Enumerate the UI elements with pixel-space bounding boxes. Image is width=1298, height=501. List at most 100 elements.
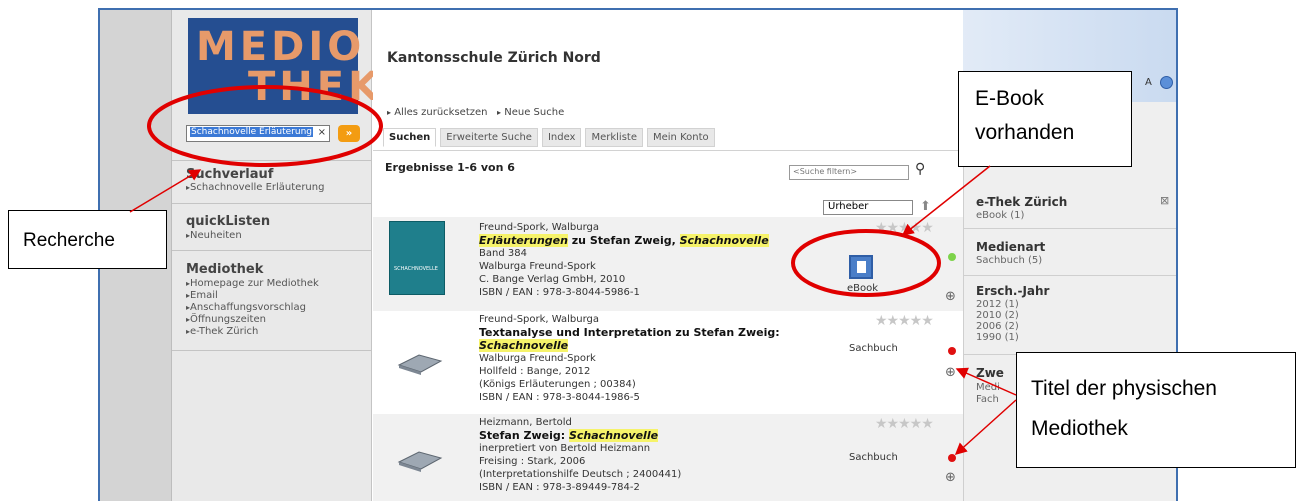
result-line: Freising : Stark, 2006 <box>479 456 586 467</box>
result-line: (Königs Erläuterungen ; 00384) <box>479 379 636 390</box>
rating-stars[interactable]: ★★★★★ <box>875 220 934 236</box>
sidebar: MEDIO THEK Schachnovelle Erläuterung × »… <box>172 10 379 501</box>
callout-ebook-line2: vorhanden <box>975 121 1075 144</box>
facet-medienart-heading: Medienart <box>976 240 1046 254</box>
mediothek-logo[interactable]: MEDIO THEK <box>188 18 379 114</box>
main-content: Kantonsschule Zürich Nord ▸ Alles zurück… <box>373 10 963 501</box>
media-type: Sachbuch <box>849 343 898 354</box>
sidebar-item-history[interactable]: Schachnovelle Erläuterung <box>186 182 324 193</box>
result-details: Freund-Spork, Walburga Textanalyse und I… <box>479 313 780 404</box>
result-row[interactable]: Heizmann, Bertold Stefan Zweig: Schachno… <box>373 414 963 501</box>
sidebar-item-ethek[interactable]: e-Thek Zürich <box>186 326 258 337</box>
result-title[interactable]: Erläuterungen zu Stefan Zweig, Schachnov… <box>479 234 769 247</box>
add-to-list-icon[interactable]: ⊕ <box>945 470 956 485</box>
result-line: C. Bange Verlag GmbH, 2010 <box>479 274 626 285</box>
close-icon[interactable]: ⊠ <box>1160 194 1169 207</box>
search-button[interactable]: » <box>338 125 360 142</box>
sidebar-item-oeffnungszeiten[interactable]: Öffnungszeiten <box>186 314 266 325</box>
ebook-icon[interactable] <box>849 255 873 279</box>
facet-ethek-heading: e-Thek Zürich <box>976 195 1068 209</box>
sidebar-divider <box>172 350 372 351</box>
media-type: eBook <box>847 283 879 294</box>
result-isbn: ISBN / EAN : 978-3-8044-1986-5 <box>479 392 640 403</box>
font-size-toggle[interactable]: A <box>1145 77 1152 88</box>
rating-stars[interactable]: ★★★★★ <box>875 416 934 432</box>
facet-item[interactable]: Medi <box>976 382 1000 393</box>
result-author: Freund-Spork, Walburga <box>479 314 600 325</box>
result-details: Heizmann, Bertold Stefan Zweig: Schachno… <box>479 416 681 494</box>
sidebar-item-email[interactable]: Email <box>186 290 218 301</box>
sort-direction-icon[interactable]: ⬆ <box>920 199 931 214</box>
result-author: Heizmann, Bertold <box>479 417 572 428</box>
book-cover: SCHACHNOVELLE <box>389 221 445 295</box>
result-isbn: ISBN / EAN : 978-3-8044-5986-1 <box>479 287 640 298</box>
sidebar-item-anschaffung[interactable]: Anschaffungsvorschlag <box>186 302 306 313</box>
tab-merkliste[interactable]: Merkliste <box>585 128 643 147</box>
tab-suchen[interactable]: Suchen <box>383 128 437 147</box>
facet-item[interactable]: Sachbuch (5) <box>976 255 1042 266</box>
sidebar-divider <box>172 203 372 204</box>
media-type: Sachbuch <box>849 452 898 463</box>
sort-select[interactable]: Urheber <box>823 200 913 215</box>
tab-erweiterte-suche[interactable]: Erweiterte Suche <box>440 128 538 147</box>
sidebar-divider <box>172 250 372 251</box>
book-icon <box>397 451 443 472</box>
facet-divider <box>964 275 1176 276</box>
availability-indicator <box>948 253 956 261</box>
facet-item[interactable]: 2012 (1) <box>976 299 1019 310</box>
search-icon[interactable]: ⚲ <box>915 161 925 177</box>
tab-mein-konto[interactable]: Mein Konto <box>647 128 715 147</box>
sidebar-item-neuheiten[interactable]: Neuheiten <box>186 230 242 241</box>
tab-underline <box>373 150 963 151</box>
rating-stars[interactable]: ★★★★★ <box>875 313 934 329</box>
facet-item[interactable]: eBook (1) <box>976 210 1024 221</box>
results-count: Ergebnisse 1-6 von 6 <box>385 161 515 174</box>
facet-zwe-heading: Zwe <box>976 366 1004 380</box>
result-line: inerpretiert von Bertold Heizmann <box>479 443 651 454</box>
add-to-list-icon[interactable]: ⊕ <box>945 289 956 304</box>
reset-link[interactable]: Alles zurücksetzen <box>394 107 487 118</box>
quicklisten-heading: quickListen <box>186 214 271 229</box>
result-line: Walburga Freund-Spork <box>479 261 596 272</box>
new-search-link[interactable]: Neue Suche <box>504 107 564 118</box>
result-title[interactable]: Textanalyse und Interpretation zu Stefan… <box>479 326 780 352</box>
sidebar-item-homepage[interactable]: Homepage zur Mediothek <box>186 278 319 289</box>
availability-indicator <box>948 454 956 462</box>
callout-physical-line1: Titel der physischen <box>1031 377 1217 400</box>
nav-links: ▸ Alles zurücksetzen ▸ Neue Suche <box>387 107 565 118</box>
facet-item[interactable]: Fach <box>976 394 999 405</box>
cover-text: SCHACHNOVELLE <box>394 266 438 272</box>
sort-select-value: Urheber <box>828 201 869 212</box>
result-title[interactable]: Stefan Zweig: Schachnovelle <box>479 429 681 442</box>
facet-item[interactable]: 2010 (2) <box>976 310 1019 321</box>
tab-index[interactable]: Index <box>541 128 582 147</box>
add-to-list-icon[interactable]: ⊕ <box>945 365 956 380</box>
result-row[interactable]: SCHACHNOVELLE Freund-Spork, Walburga Erl… <box>373 217 963 311</box>
search-input[interactable]: Schachnovelle Erläuterung × <box>186 125 330 142</box>
result-row[interactable]: Freund-Spork, Walburga Textanalyse und I… <box>373 311 963 419</box>
search-input-value: Schachnovelle Erläuterung <box>190 127 313 137</box>
availability-indicator <box>948 347 956 355</box>
page-title: Kantonsschule Zürich Nord <box>387 50 601 66</box>
book-icon <box>397 354 443 375</box>
result-line: Walburga Freund-Spork <box>479 353 596 364</box>
facet-item[interactable]: 1990 (1) <box>976 332 1019 343</box>
tab-bar: Suchen Erweiterte Suche Index Merkliste … <box>383 128 715 147</box>
help-icon[interactable] <box>1160 76 1173 89</box>
callout-physical-line2: Mediothek <box>1031 417 1128 440</box>
filter-input[interactable]: <Suche filtern> <box>789 165 909 180</box>
clear-search-icon[interactable]: × <box>318 127 326 138</box>
facet-jahr-heading: Ersch.-Jahr <box>976 284 1050 298</box>
callout-ebook: E-Book vorhanden <box>958 71 1132 167</box>
callout-physical: Titel der physischen Mediothek <box>1016 352 1296 468</box>
result-line: Band 384 <box>479 248 527 259</box>
result-line: Hollfeld : Bange, 2012 <box>479 366 591 377</box>
mediothek-heading: Mediothek <box>186 262 264 277</box>
callout-recherche: Recherche <box>8 210 167 269</box>
logo-line2: THEK <box>248 64 384 110</box>
result-isbn: ISBN / EAN : 978-3-89449-784-2 <box>479 482 640 493</box>
facet-divider <box>964 228 1176 229</box>
suchverlauf-heading: Suchverlauf <box>186 167 274 182</box>
facet-item[interactable]: 2006 (2) <box>976 321 1019 332</box>
callout-ebook-line1: E-Book <box>975 87 1044 110</box>
